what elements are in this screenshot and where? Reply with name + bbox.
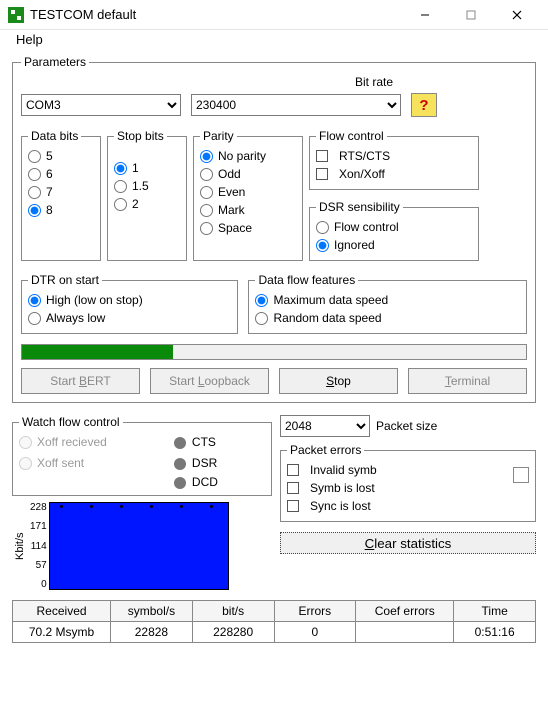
dtr-low[interactable] bbox=[28, 312, 41, 325]
dataflow-max[interactable] bbox=[255, 294, 268, 307]
status-grid: Received symbol/s bit/s Errors Coef erro… bbox=[12, 600, 536, 643]
hdr-bits: bit/s bbox=[193, 601, 275, 622]
xoff-sent-led bbox=[19, 457, 32, 470]
packet-size-label: Packet size bbox=[376, 419, 437, 433]
terminal-button[interactable]: Terminal bbox=[408, 368, 527, 394]
chart-yaxis: 228 171 114 57 0 bbox=[28, 502, 49, 590]
databits-group: Data bits 5 6 7 8 bbox=[21, 129, 101, 261]
stopbits-1-5[interactable] bbox=[114, 180, 127, 193]
parity-legend: Parity bbox=[200, 129, 237, 143]
cts-led bbox=[174, 437, 186, 449]
symb-lost-checkbox[interactable] bbox=[287, 482, 299, 494]
databits-legend: Data bits bbox=[28, 129, 81, 143]
packet-errors-legend: Packet errors bbox=[287, 443, 364, 457]
flowcontrol-legend: Flow control bbox=[316, 129, 387, 143]
dtr-high[interactable] bbox=[28, 294, 41, 307]
chart-ylabel: Kbit/s bbox=[12, 502, 28, 590]
port-select[interactable]: COM3 bbox=[21, 94, 181, 116]
watch-flow-legend: Watch flow control bbox=[19, 415, 123, 429]
start-loopback-button[interactable]: Start Loopback bbox=[150, 368, 269, 394]
dtr-group: DTR on start High (low on stop) Always l… bbox=[21, 273, 238, 334]
minimize-button[interactable] bbox=[402, 0, 448, 30]
dsr-ignored[interactable] bbox=[316, 239, 329, 252]
val-errors: 0 bbox=[275, 622, 357, 643]
val-received: 70.2 Msymb bbox=[13, 622, 111, 643]
stopbits-legend: Stop bits bbox=[114, 129, 167, 143]
val-time: 0:51:16 bbox=[454, 622, 536, 643]
dcd-led bbox=[174, 477, 186, 489]
parity-mark[interactable] bbox=[200, 204, 213, 217]
dsr-group: DSR sensibility Flow control Ignored bbox=[309, 200, 479, 261]
flowcontrol-group: Flow control RTS/CTS Xon/Xoff bbox=[309, 129, 479, 190]
hdr-symbols: symbol/s bbox=[111, 601, 193, 622]
app-icon bbox=[8, 7, 24, 23]
bitrate-label: Bit rate bbox=[221, 75, 527, 91]
dsr-legend: DSR sensibility bbox=[316, 200, 403, 214]
start-bert-button[interactable]: Start BERT bbox=[21, 368, 140, 394]
parity-group: Parity No parity Odd Even Mark Space bbox=[193, 129, 303, 261]
window-title: TESTCOM default bbox=[30, 7, 402, 22]
clear-statistics-button[interactable]: Clear statistics bbox=[280, 532, 536, 554]
progress-bar bbox=[21, 344, 527, 360]
dataflow-group: Data flow features Maximum data speed Ra… bbox=[248, 273, 527, 334]
stop-button[interactable]: Stop bbox=[279, 368, 398, 394]
stopbits-1[interactable] bbox=[114, 162, 127, 175]
invalid-symb-checkbox[interactable] bbox=[287, 464, 299, 476]
val-symbols: 22828 bbox=[111, 622, 193, 643]
close-button[interactable] bbox=[494, 0, 540, 30]
packet-flag-checkbox[interactable] bbox=[513, 467, 529, 483]
databits-8[interactable] bbox=[28, 204, 41, 217]
hdr-time: Time bbox=[454, 601, 536, 622]
parameters-group: Parameters Bit rate COM3 230400 ? Data b… bbox=[12, 55, 536, 403]
parity-none[interactable] bbox=[200, 150, 213, 163]
parity-odd[interactable] bbox=[200, 168, 213, 181]
hdr-received: Received bbox=[13, 601, 111, 622]
stopbits-2[interactable] bbox=[114, 198, 127, 211]
dsr-flowcontrol[interactable] bbox=[316, 221, 329, 234]
hdr-errors: Errors bbox=[275, 601, 357, 622]
databits-7[interactable] bbox=[28, 186, 41, 199]
sync-lost-checkbox[interactable] bbox=[287, 500, 299, 512]
throughput-chart bbox=[49, 502, 229, 590]
bitrate-select[interactable]: 230400 bbox=[191, 94, 401, 116]
parity-even[interactable] bbox=[200, 186, 213, 199]
dtr-legend: DTR on start bbox=[28, 273, 102, 287]
stopbits-group: Stop bits 1 1.5 2 bbox=[107, 129, 187, 261]
databits-6[interactable] bbox=[28, 168, 41, 181]
val-bits: 228280 bbox=[193, 622, 275, 643]
hdr-coef: Coef errors bbox=[356, 601, 454, 622]
menu-bar: Help bbox=[0, 30, 548, 49]
dsr-led bbox=[174, 458, 186, 470]
databits-5[interactable] bbox=[28, 150, 41, 163]
dataflow-legend: Data flow features bbox=[255, 273, 358, 287]
help-button[interactable]: ? bbox=[411, 93, 437, 117]
packet-size-select[interactable]: 2048 bbox=[280, 415, 370, 437]
xon-xoff-checkbox[interactable] bbox=[316, 168, 328, 180]
xoff-recv-led bbox=[19, 436, 32, 449]
dataflow-random[interactable] bbox=[255, 312, 268, 325]
menu-help[interactable]: Help bbox=[10, 30, 49, 49]
packet-errors-group: Packet errors Invalid symb Symb is lost … bbox=[280, 443, 536, 522]
parity-space[interactable] bbox=[200, 222, 213, 235]
val-coef bbox=[356, 622, 454, 643]
watch-flow-group: Watch flow control Xoff recieved CTS Xof… bbox=[12, 415, 272, 496]
maximize-button[interactable] bbox=[448, 0, 494, 30]
title-bar: TESTCOM default bbox=[0, 0, 548, 30]
parameters-legend: Parameters bbox=[21, 55, 89, 69]
rts-cts-checkbox[interactable] bbox=[316, 150, 328, 162]
